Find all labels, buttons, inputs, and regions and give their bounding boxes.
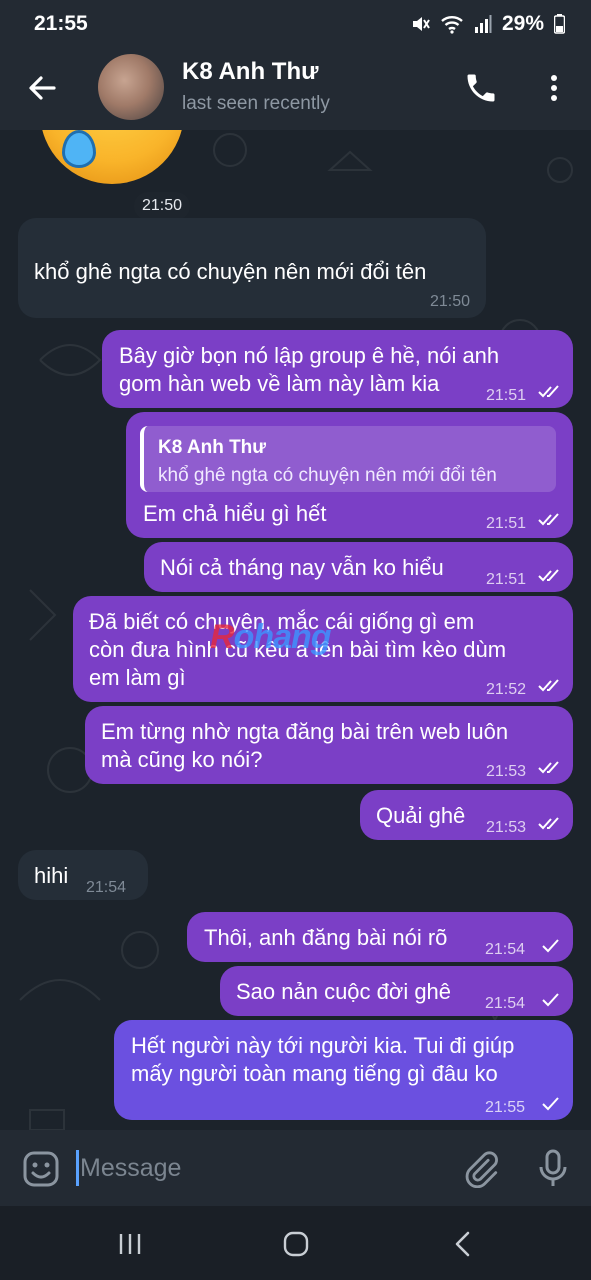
- reply-quote[interactable]: K8 Anh Thư khổ ghê ngta có chuyện nên mớ…: [140, 426, 556, 492]
- message-text: hihi: [34, 863, 69, 888]
- avatar[interactable]: [98, 54, 164, 120]
- message-text-line2: mấy người toàn mang tiếng gì đâu ko: [131, 1061, 498, 1086]
- phone-icon: [467, 74, 495, 102]
- message-input[interactable]: [80, 1148, 440, 1188]
- reply-text: khổ ghê ngta có chuyện nên mới đổi tên: [158, 465, 497, 486]
- single-check-icon: [542, 993, 559, 1007]
- contact-status: last seen recently: [182, 93, 330, 114]
- system-nav-bar: [0, 1206, 591, 1280]
- message-time: 21:53: [486, 763, 527, 780]
- chat-area[interactable]: 21:50 khổ ghê ngta có chuyện nên mới đổi…: [0, 130, 591, 1130]
- message-time: 21:54: [485, 995, 526, 1012]
- status-time: 21:55: [34, 12, 88, 35]
- message-time: 21:51: [486, 387, 527, 404]
- attach-button[interactable]: [462, 1150, 500, 1189]
- status-icons: 29%: [410, 12, 565, 36]
- nav-back-button[interactable]: [452, 1230, 474, 1258]
- message-time: 21:51: [486, 571, 527, 588]
- double-check-icon: [538, 679, 559, 692]
- attach-icon: [465, 1151, 498, 1189]
- back-arrow-icon: [29, 76, 56, 100]
- message-text-line3: em làm gì: [89, 665, 186, 690]
- double-check-icon: [538, 569, 559, 582]
- message-text: Quải ghê: [376, 803, 466, 828]
- message-text: Em từng nhờ ngta đăng bài trên web luôn: [101, 719, 509, 744]
- message-text: Thôi, anh đăng bài nói rõ: [204, 925, 448, 950]
- call-button[interactable]: [463, 70, 499, 106]
- message-time: 21:54: [86, 879, 127, 896]
- message-input-bar: [0, 1130, 591, 1206]
- double-check-icon: [538, 761, 559, 774]
- watermark-part2: ohang: [233, 618, 332, 656]
- mic-icon: [539, 1149, 567, 1186]
- mute-icon: [410, 14, 430, 34]
- single-check-icon: [542, 939, 559, 953]
- double-check-icon: [538, 385, 559, 398]
- battery-icon: [554, 14, 565, 34]
- chat-header: K8 Anh Thư last seen recently: [0, 48, 591, 130]
- emoji-icon: [23, 1151, 59, 1187]
- message-outgoing[interactable]: Sao nản cuộc đời ghê 21:54: [220, 966, 573, 1016]
- message-text: Bây giờ bọn nó lập group ê hề, nói anh: [119, 343, 500, 368]
- text-cursor: [76, 1150, 79, 1186]
- status-bar: 21:55 29%: [0, 0, 591, 48]
- message-time: 21:54: [485, 941, 526, 958]
- message-outgoing-reply[interactable]: K8 Anh Thư khổ ghê ngta có chuyện nên mớ…: [126, 412, 573, 538]
- nav-home-icon: [283, 1231, 309, 1257]
- wifi-icon: [440, 14, 464, 34]
- message-text: Nói cả tháng nay vẫn ko hiểu: [160, 555, 444, 580]
- sticker-tear: [62, 130, 96, 168]
- message-time: 21:55: [485, 1099, 526, 1116]
- message-text: Em chả hiểu gì hết: [143, 501, 327, 526]
- single-check-icon: [542, 1097, 559, 1111]
- message-outgoing[interactable]: Nói cả tháng nay vẫn ko hiểu 21:51: [144, 542, 573, 592]
- message-time: 21:50: [429, 293, 470, 310]
- message-time: 21:52: [486, 681, 527, 698]
- nav-recent-button[interactable]: [116, 1230, 144, 1258]
- message-outgoing[interactable]: Quải ghê 21:53: [360, 790, 573, 840]
- more-button[interactable]: [540, 70, 568, 106]
- message-text-line2: gom hàn web về làm này làm kia: [119, 371, 440, 396]
- battery-percent: 29%: [501, 12, 544, 35]
- contact-name[interactable]: K8 Anh Thư: [182, 58, 318, 86]
- nav-recent-icon: [119, 1234, 141, 1254]
- nav-back-icon: [455, 1231, 470, 1257]
- nav-home-button[interactable]: [282, 1230, 310, 1258]
- emoji-button[interactable]: [22, 1150, 60, 1188]
- watermark: Rohang: [210, 618, 332, 657]
- mic-button[interactable]: [536, 1148, 570, 1188]
- watermark-part1: R: [210, 618, 235, 656]
- double-check-icon: [538, 817, 559, 830]
- reply-name: K8 Anh Thư: [158, 437, 267, 458]
- message-text: Sao nản cuộc đời ghê: [236, 979, 452, 1004]
- message-incoming[interactable]: hihi 21:54: [18, 850, 148, 900]
- sticker-time: 21:50: [134, 192, 191, 220]
- message-text: Hết người này tới người kia. Tui đi giúp: [131, 1033, 515, 1058]
- message-time: 21:53: [486, 819, 527, 836]
- message-outgoing[interactable]: Hết người này tới người kia. Tui đi giúp…: [114, 1020, 573, 1120]
- message-time: 21:51: [486, 515, 527, 532]
- message-text-line2: mà cũng ko nói?: [101, 747, 263, 772]
- message-outgoing[interactable]: Em từng nhờ ngta đăng bài trên web luôn …: [85, 706, 573, 784]
- more-vertical-icon: [551, 75, 557, 101]
- back-button[interactable]: [24, 70, 60, 106]
- double-check-icon: [538, 513, 559, 526]
- message-incoming[interactable]: khổ ghê ngta có chuyện nên mới đổi tên 2…: [18, 218, 486, 318]
- message-outgoing[interactable]: Bây giờ bọn nó lập group ê hề, nói anh g…: [102, 330, 573, 408]
- message-outgoing[interactable]: Thôi, anh đăng bài nói rõ 21:54: [187, 912, 573, 962]
- signal-icon: [474, 14, 492, 34]
- message-text: khổ ghê ngta có chuyện nên mới đổi tên: [34, 259, 427, 284]
